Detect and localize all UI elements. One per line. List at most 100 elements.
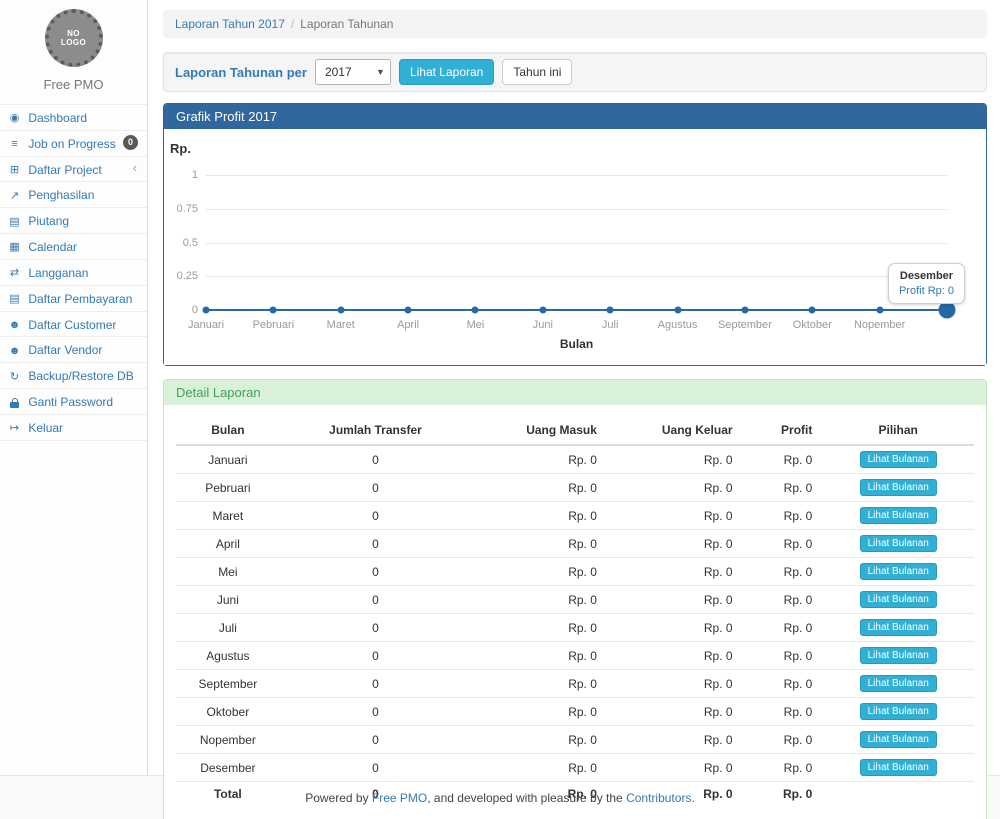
lihat-bulanan-button[interactable]: Lihat Bulanan	[860, 563, 937, 580]
y-tick-label: 0.5	[183, 237, 198, 249]
tahun-ini-button[interactable]: Tahun ini	[502, 59, 572, 85]
lihat-bulanan-button[interactable]: Lihat Bulanan	[860, 647, 937, 664]
cell-jumlah-transfer: 0	[280, 670, 472, 698]
sidebar-item[interactable]: ▤ Daftar Pembayaran	[0, 286, 147, 312]
cell-pilihan: Lihat Bulanan	[822, 586, 974, 614]
sidebar-item-label: Backup/Restore DB	[28, 369, 133, 383]
cell-jumlah-transfer: 0	[280, 586, 472, 614]
footer-brand-link[interactable]: Free PMO	[372, 791, 427, 805]
breadcrumb-link[interactable]: Laporan Tahun 2017	[175, 17, 285, 31]
cell-bulan: Pebruari	[176, 474, 280, 502]
cell-pilihan: Lihat Bulanan	[822, 445, 974, 474]
cell-uang-masuk: Rp. 0	[471, 614, 607, 642]
cell-uang-keluar: Rp. 0	[607, 614, 743, 642]
footer-contributors-link[interactable]: Contributors.	[626, 791, 695, 805]
cell-bulan: Maret	[176, 502, 280, 530]
breadcrumb-current: Laporan Tahunan	[300, 17, 393, 31]
lihat-bulanan-button[interactable]: Lihat Bulanan	[860, 507, 937, 524]
cell-uang-masuk: Rp. 0	[471, 445, 607, 474]
sidebar-item[interactable]: ↗ Penghasilan	[0, 182, 147, 208]
users-icon: ☻	[7, 344, 22, 357]
chart-point[interactable]	[472, 307, 479, 314]
lihat-bulanan-button[interactable]: Lihat Bulanan	[860, 731, 937, 748]
cell-profit: Rp. 0	[743, 754, 823, 782]
sidebar-item[interactable]: ≡ Job on Progress 0	[0, 131, 147, 157]
cell-pilihan: Lihat Bulanan	[822, 558, 974, 586]
table-row: Desember 0 Rp. 0 Rp. 0 Rp. 0 Lihat Bulan…	[176, 754, 974, 782]
sidebar-item[interactable]: ◉ Dashboard	[0, 105, 147, 131]
breadcrumb: Laporan Tahun 2017 / Laporan Tahunan	[163, 10, 987, 38]
sidebar-item[interactable]: ↻ Backup/Restore DB	[0, 363, 147, 389]
cell-jumlah-transfer: 0	[280, 754, 472, 782]
table-icon: ⊞	[7, 163, 22, 176]
cell-profit: Rp. 0	[743, 642, 823, 670]
cell-jumlah-transfer: 0	[280, 445, 472, 474]
money-icon: ▤	[7, 215, 22, 228]
sidebar-item-label: Daftar Vendor	[28, 343, 102, 357]
sidebar-item[interactable]: ☻ Daftar Customer	[0, 312, 147, 338]
cell-bulan: Juli	[176, 614, 280, 642]
column-header: Jumlah Transfer	[280, 414, 472, 445]
chart-point[interactable]	[607, 307, 614, 314]
y-tick-label: 1	[192, 169, 198, 181]
sidebar-item[interactable]: Ganti Password	[0, 389, 147, 415]
lihat-bulanan-button[interactable]: Lihat Bulanan	[860, 675, 937, 692]
cell-jumlah-transfer: 0	[280, 558, 472, 586]
sidebar-item-label: Dashboard	[28, 111, 87, 125]
chart-point[interactable]	[405, 307, 412, 314]
cell-jumlah-transfer: 0	[280, 502, 472, 530]
lihat-bulanan-button[interactable]: Lihat Bulanan	[860, 759, 937, 776]
breadcrumb-separator: /	[291, 17, 294, 31]
lihat-bulanan-button[interactable]: Lihat Bulanan	[860, 479, 937, 496]
chart-point[interactable]	[939, 302, 956, 319]
chart-point[interactable]	[674, 307, 681, 314]
chart-tooltip: Desember Profit Rp: 0	[888, 263, 965, 304]
table-row: Maret 0 Rp. 0 Rp. 0 Rp. 0 Lihat Bulanan	[176, 502, 974, 530]
sidebar-item[interactable]: ⊞ Daftar Project ‹	[0, 157, 147, 183]
cell-uang-masuk: Rp. 0	[471, 698, 607, 726]
table-row: Agustus 0 Rp. 0 Rp. 0 Rp. 0 Lihat Bulana…	[176, 642, 974, 670]
cell-pilihan: Lihat Bulanan	[822, 726, 974, 754]
cell-pilihan: Lihat Bulanan	[822, 502, 974, 530]
sidebar-item[interactable]: ⇄ Langganan	[0, 260, 147, 286]
x-tick-label: Agustus	[658, 319, 698, 331]
lihat-laporan-button[interactable]: Lihat Laporan	[399, 59, 494, 85]
cell-pilihan: Lihat Bulanan	[822, 670, 974, 698]
lihat-bulanan-button[interactable]: Lihat Bulanan	[860, 451, 937, 468]
lock-icon	[7, 395, 22, 408]
footer-prefix: Powered by	[305, 791, 372, 805]
total-pilihan-empty	[822, 782, 974, 807]
cell-uang-masuk: Rp. 0	[471, 474, 607, 502]
sidebar-item[interactable]: ↦ Keluar	[0, 415, 147, 441]
sidebar-item[interactable]: ☻ Daftar Vendor	[0, 337, 147, 363]
sidebar-item-label: Daftar Customer	[28, 317, 116, 331]
chart-point[interactable]	[337, 307, 344, 314]
sidebar-item-label: Penghasilan	[28, 188, 94, 202]
x-tick-label: Nopember	[854, 319, 905, 331]
cell-profit: Rp. 0	[743, 530, 823, 558]
table-row: Juni 0 Rp. 0 Rp. 0 Rp. 0 Lihat Bulanan	[176, 586, 974, 614]
year-select[interactable]: 2017 ▼	[315, 59, 391, 85]
cell-uang-keluar: Rp. 0	[607, 670, 743, 698]
cell-profit: Rp. 0	[743, 474, 823, 502]
lihat-bulanan-button[interactable]: Lihat Bulanan	[860, 591, 937, 608]
lihat-bulanan-button[interactable]: Lihat Bulanan	[860, 535, 937, 552]
chart-point[interactable]	[203, 307, 210, 314]
cell-jumlah-transfer: 0	[280, 642, 472, 670]
cell-bulan: Juni	[176, 586, 280, 614]
sidebar-item[interactable]: ▤ Piutang	[0, 208, 147, 234]
sidebar-item-label: Langganan	[28, 266, 88, 280]
lihat-bulanan-button[interactable]: Lihat Bulanan	[860, 703, 937, 720]
cell-uang-keluar: Rp. 0	[607, 558, 743, 586]
chart-point[interactable]	[809, 307, 816, 314]
tooltip-title: Desember	[899, 270, 954, 282]
chart-point[interactable]	[876, 307, 883, 314]
sidebar-item[interactable]: ▦ Calendar	[0, 234, 147, 260]
lihat-bulanan-button[interactable]: Lihat Bulanan	[860, 619, 937, 636]
chart-point[interactable]	[539, 307, 546, 314]
cell-uang-keluar: Rp. 0	[607, 586, 743, 614]
table-row: Mei 0 Rp. 0 Rp. 0 Rp. 0 Lihat Bulanan	[176, 558, 974, 586]
chart-point[interactable]	[270, 307, 277, 314]
total-label: Total	[176, 782, 280, 807]
chart-point[interactable]	[741, 307, 748, 314]
